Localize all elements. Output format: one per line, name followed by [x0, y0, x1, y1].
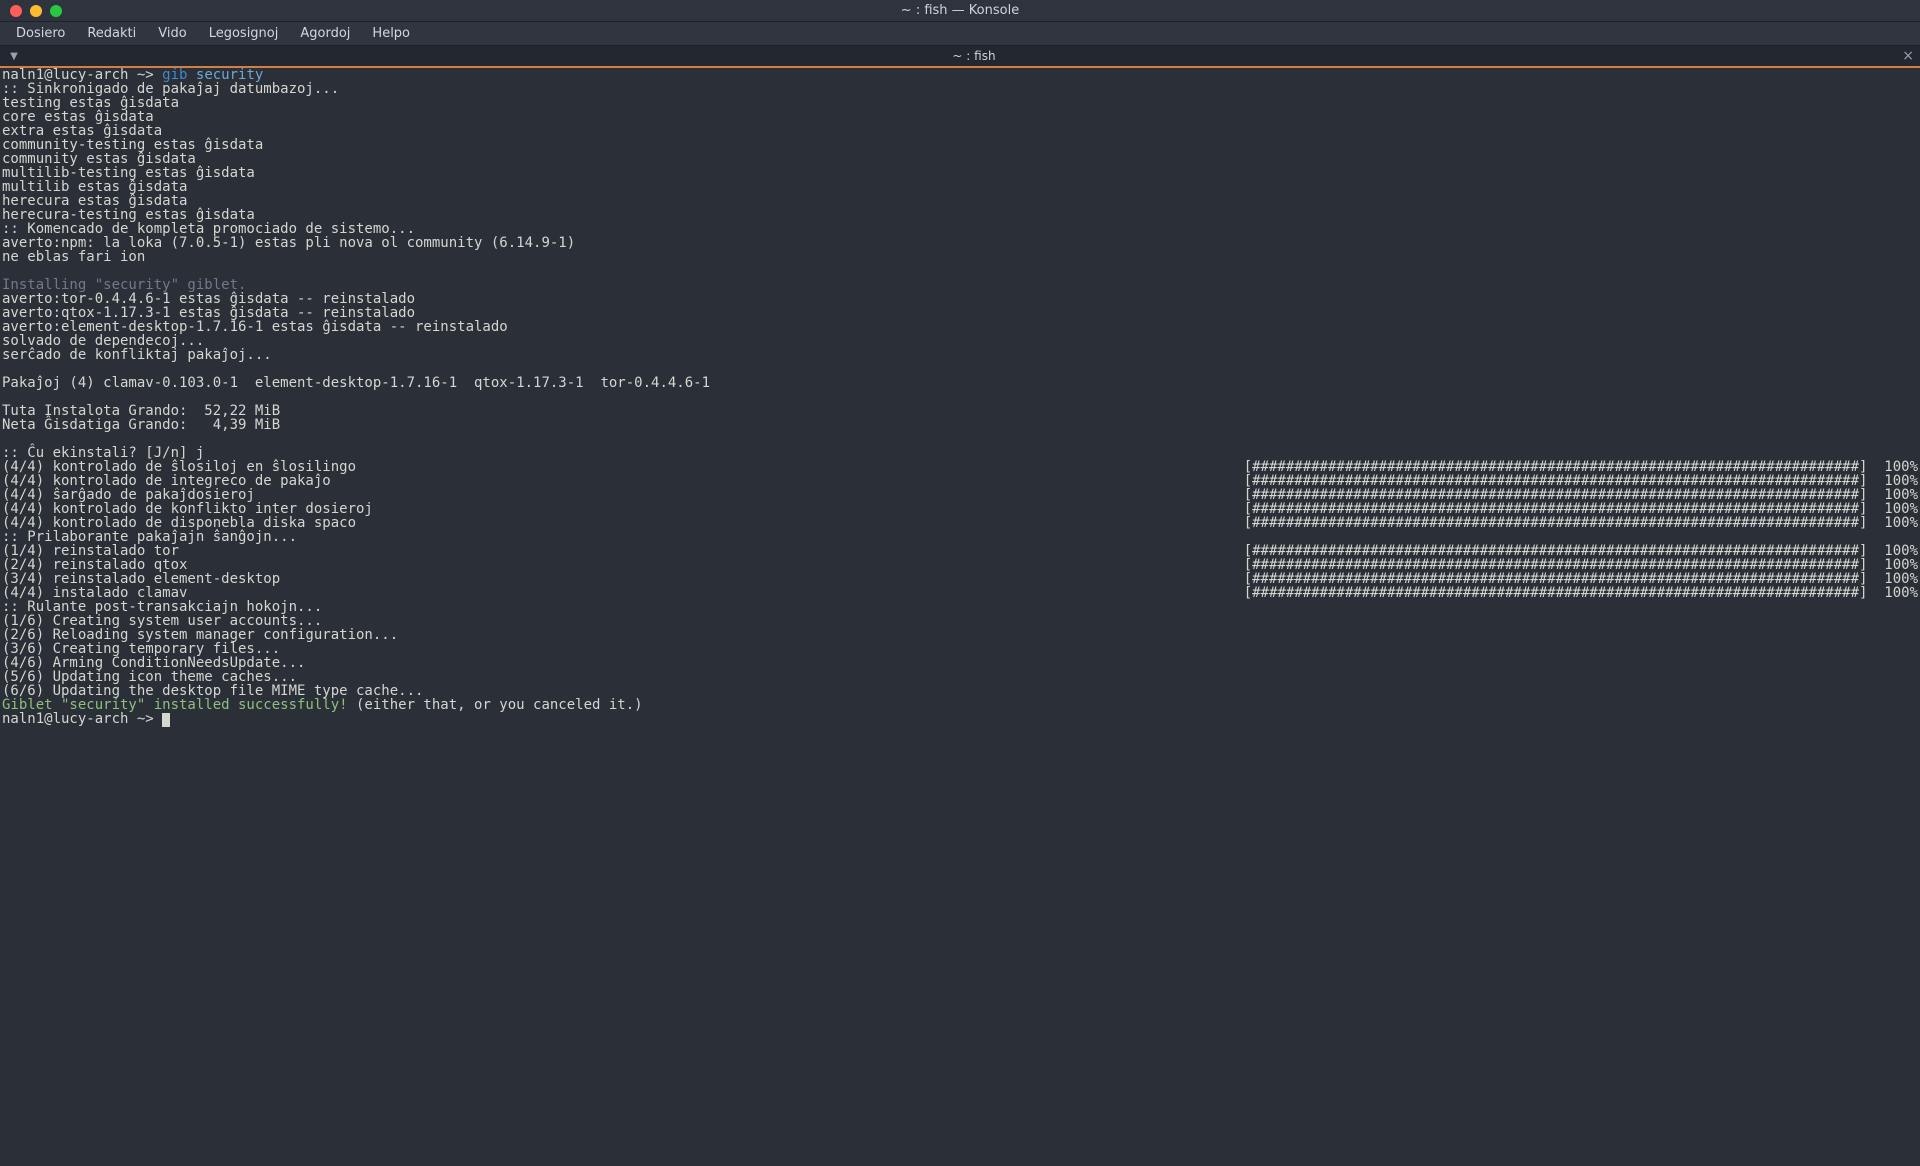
terminal-cursor [162, 713, 170, 727]
menu-legosignoj[interactable]: Legosignoj [199, 24, 289, 43]
tab-fish[interactable]: ~ : fish × [28, 46, 1920, 66]
menu-helpo[interactable]: Helpo [362, 24, 420, 43]
maximize-window-button[interactable] [50, 5, 62, 17]
close-window-button[interactable] [10, 5, 22, 17]
menu-agordoj[interactable]: Agordoj [290, 24, 360, 43]
menu-dosiero[interactable]: Dosiero [6, 24, 75, 43]
menu-vido[interactable]: Vido [148, 24, 196, 43]
menu-redakti[interactable]: Redakti [77, 24, 146, 43]
titlebar: ~ : fish — Konsole [0, 0, 1920, 22]
terminal-output[interactable]: naln1@lucy-arch ~> gib security:: Sinkro… [0, 68, 1920, 727]
new-tab-button[interactable]: ▼ [0, 46, 28, 66]
tab-close-button[interactable]: × [1902, 48, 1914, 64]
traffic-lights [0, 5, 62, 17]
window-title: ~ : fish — Konsole [901, 3, 1019, 18]
minimize-window-button[interactable] [30, 5, 42, 17]
menubar: Dosiero Redakti Vido Legosignoj Agordoj … [0, 22, 1920, 46]
tab-label: ~ : fish [952, 49, 995, 63]
tabbar: ▼ ~ : fish × [0, 46, 1920, 68]
